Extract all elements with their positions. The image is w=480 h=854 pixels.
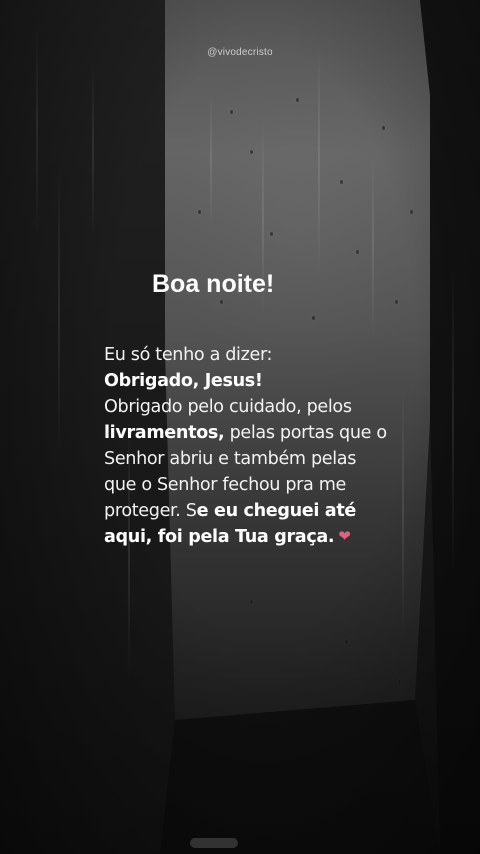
message-line: livramentos, pelas portas que o bbox=[104, 420, 434, 446]
message-bold-text: Obrigado, Jesus! bbox=[104, 371, 263, 391]
story-canvas: @vivodecristo Boa noite! Eu só tenho a d… bbox=[0, 0, 480, 854]
bottom-handle-bar bbox=[190, 838, 238, 848]
message-body: Eu só tenho a dizer: Obrigado, Jesus! Ob… bbox=[104, 342, 434, 550]
message-bold-text: livramentos, bbox=[104, 423, 225, 443]
message-line: Obrigado pelo cuidado, pelos bbox=[104, 397, 352, 417]
message-text: proteger. S bbox=[104, 501, 197, 521]
greeting-title: Boa noite! bbox=[152, 270, 275, 298]
message-line: aqui, foi pela Tua graça. ❤ bbox=[104, 524, 434, 550]
message-line: Obrigado, Jesus! bbox=[104, 368, 434, 394]
message-line: Senhor abriu e também pelas bbox=[104, 449, 357, 469]
message-line: Eu só tenho a dizer: bbox=[104, 345, 273, 365]
anatomical-heart-icon: ❤ bbox=[338, 527, 351, 545]
watermark-handle: @vivodecristo bbox=[207, 47, 273, 58]
message-bold-text: aqui, foi pela Tua graça. bbox=[104, 527, 335, 547]
message-line: proteger. Se eu cheguei até bbox=[104, 498, 434, 524]
message-bold-text: e eu cheguei até bbox=[196, 501, 357, 521]
message-text: pelas portas que o bbox=[224, 423, 388, 443]
message-line: que o Senhor fechou pra me bbox=[104, 475, 346, 495]
